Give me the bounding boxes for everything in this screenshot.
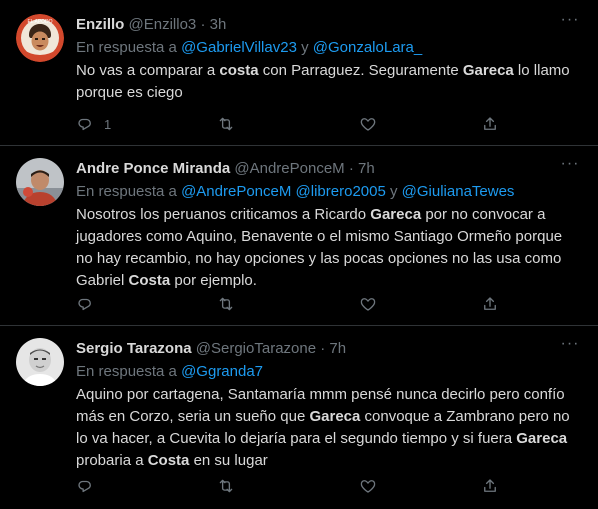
heart-icon [359,477,377,495]
share-button[interactable] [481,476,499,496]
timestamp[interactable]: 7h [358,160,375,177]
tweet-header: Enzillo @Enzillo3 · 3h [76,14,582,36]
separator-dot: · [320,340,326,357]
retweet-button[interactable] [217,476,235,496]
display-name[interactable]: Andre Ponce Miranda [76,160,230,177]
separator-dot: · [200,16,206,33]
reply-prefix: En respuesta a [76,183,177,200]
mention-link[interactable]: @librero2005 [296,183,386,200]
reply-button[interactable] [76,294,94,314]
highlight: Costa [128,272,171,289]
like-button[interactable] [359,476,377,496]
mention-link[interactable]: @Ggranda7 [181,363,263,380]
timestamp[interactable]: 7h [329,340,346,357]
share-icon [481,115,499,133]
tweet[interactable]: Sergio Tarazona @SergioTarazone · 7h ···… [0,326,598,509]
mention-link[interactable]: @GiulianaTewes [402,183,515,200]
avatar[interactable] [16,338,64,386]
share-button[interactable] [481,114,499,134]
heart-icon [359,115,377,133]
heart-icon [359,295,377,313]
separator-dot: · [348,160,354,177]
tweet-actions [76,294,506,314]
more-horizontal-icon[interactable]: ··· [558,336,582,358]
display-name[interactable]: Enzillo [76,16,124,33]
more-horizontal-icon[interactable]: ··· [558,156,582,178]
like-button[interactable] [359,294,377,314]
more-horizontal-icon[interactable]: ··· [558,12,582,34]
timestamp[interactable]: 3h [210,16,227,33]
avatar[interactable] [16,158,64,206]
user-handle[interactable]: @Enzillo3 [129,16,197,33]
tweet-text: No vas a comparar a costa con Parraguez.… [76,62,570,101]
highlight: Costa [147,452,190,469]
reply-count: 1 [104,116,112,132]
reply-prefix: En respuesta a [76,363,177,380]
tweet[interactable]: EL APODO Enzillo @Enzillo3 · 3h ··· En r… [0,0,598,146]
share-icon [481,477,499,495]
retweet-icon [217,295,235,313]
reply-context: En respuesta a @GabrielVillav23 y @Gonza… [76,38,582,58]
reply-icon [76,295,94,313]
mention-link[interactable]: @AndrePonceM [181,183,291,200]
retweet-icon [217,477,235,495]
tweet-text: Nosotros los peruanos criticamos a Ricar… [76,206,563,289]
svg-text:EL APODO: EL APODO [27,19,52,25]
tweet[interactable]: Andre Ponce Miranda @AndrePonceM · 7h ··… [0,146,598,326]
tweet-actions: 1 [76,114,506,134]
mention-link[interactable]: @GonzaloLara_ [313,39,422,56]
reply-conjunction: y [389,183,398,200]
like-button[interactable] [359,114,377,134]
reply-conjunction: y [301,39,309,56]
retweet-icon [217,115,235,133]
retweet-button[interactable] [217,294,235,314]
tweet-header: Sergio Tarazona @SergioTarazone · 7h [76,338,582,360]
tweet-actions [76,476,506,496]
highlight: Gareca [462,62,514,79]
highlight: Gareca [309,408,361,425]
display-name[interactable]: Sergio Tarazona [76,340,192,357]
reply-prefix: En respuesta a [76,39,177,56]
user-handle[interactable]: @AndrePonceM [234,160,344,177]
retweet-button[interactable] [217,114,235,134]
highlight: Gareca [516,430,568,447]
reply-icon [76,115,94,133]
mention-link[interactable]: @GabrielVillav23 [181,39,297,56]
reply-button[interactable] [76,476,94,496]
tweet-text: Aquino por cartagena, Santamaría mmm pen… [76,386,570,469]
reply-button[interactable]: 1 [76,114,111,134]
reply-context: En respuesta a @Ggranda7 [76,362,582,382]
highlight: Gareca [370,206,422,223]
user-handle[interactable]: @SergioTarazone [196,340,316,357]
share-button[interactable] [481,294,499,314]
avatar[interactable]: EL APODO [16,14,64,62]
reply-context: En respuesta a @AndrePonceM @librero2005… [76,182,582,202]
highlight: costa [219,62,259,79]
share-icon [481,295,499,313]
reply-icon [76,477,94,495]
tweet-header: Andre Ponce Miranda @AndrePonceM · 7h [76,158,582,180]
